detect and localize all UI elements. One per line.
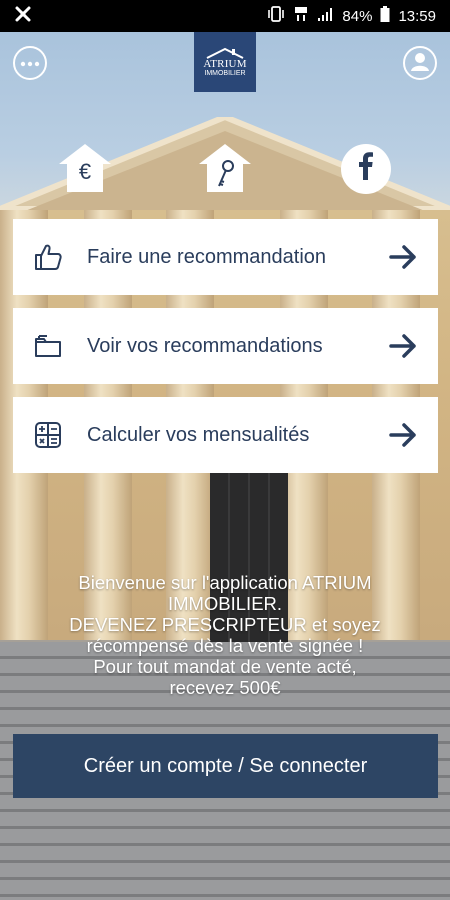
facebook-icon bbox=[358, 151, 374, 187]
data-icon bbox=[294, 6, 308, 26]
euro-badge[interactable]: € bbox=[57, 142, 113, 194]
arrow-right-icon bbox=[388, 420, 418, 450]
welcome-message: Bienvenue sur l'application ATRIUM IMMOB… bbox=[18, 572, 432, 698]
battery-percent: 84% bbox=[342, 7, 373, 25]
make-recommendation-button[interactable]: Faire une recommandation bbox=[13, 219, 438, 295]
arrow-right-icon bbox=[388, 242, 418, 272]
logo-name: ATRIUM bbox=[203, 57, 247, 70]
roof-icon bbox=[206, 47, 244, 59]
calculator-icon bbox=[33, 420, 63, 450]
card-label: Faire une recommandation bbox=[87, 245, 327, 268]
folder-icon bbox=[33, 331, 63, 361]
facebook-button[interactable] bbox=[341, 144, 391, 194]
key-badge[interactable] bbox=[197, 142, 253, 194]
thumbs-up-icon bbox=[33, 242, 63, 272]
notification-icon bbox=[14, 5, 32, 27]
user-icon bbox=[408, 49, 432, 78]
battery-icon bbox=[380, 6, 390, 26]
more-menu-button[interactable] bbox=[13, 46, 47, 80]
house-key-icon bbox=[199, 144, 251, 192]
clock: 13:59 bbox=[398, 7, 436, 25]
status-bar: 84% 13:59 bbox=[0, 0, 450, 32]
welcome-line: DEVENEZ PRESCRIPTEUR et soyez bbox=[69, 614, 381, 635]
welcome-line: IMMOBILIER. bbox=[167, 593, 283, 614]
welcome-line: Pour tout mandat de vente acté, bbox=[93, 656, 357, 677]
atrium-logo: ATRIUM IMMOBILIER bbox=[194, 32, 256, 92]
view-recommendations-button[interactable]: Voir vos recommandations bbox=[13, 308, 438, 384]
calculate-payments-button[interactable]: Calculer vos mensualités bbox=[13, 397, 438, 473]
welcome-line: Bienvenue sur l'application ATRIUM bbox=[78, 572, 372, 593]
euro-symbol: € bbox=[78, 159, 92, 184]
arrow-right-icon bbox=[388, 331, 418, 361]
vibrate-icon bbox=[266, 6, 286, 26]
card-label: Voir vos recommandations bbox=[87, 334, 323, 357]
signal-icon bbox=[316, 6, 334, 26]
profile-button[interactable] bbox=[403, 46, 437, 80]
welcome-line: récompensé dès la vente signée ! bbox=[86, 635, 364, 656]
create-account-login-button[interactable]: Créer un compte / Se connecter bbox=[13, 734, 438, 798]
card-label: Calculer vos mensualités bbox=[87, 423, 310, 446]
welcome-line: recevez 500€ bbox=[169, 677, 281, 698]
logo-subtitle: IMMOBILIER bbox=[204, 69, 246, 77]
more-dots-icon bbox=[20, 54, 40, 72]
